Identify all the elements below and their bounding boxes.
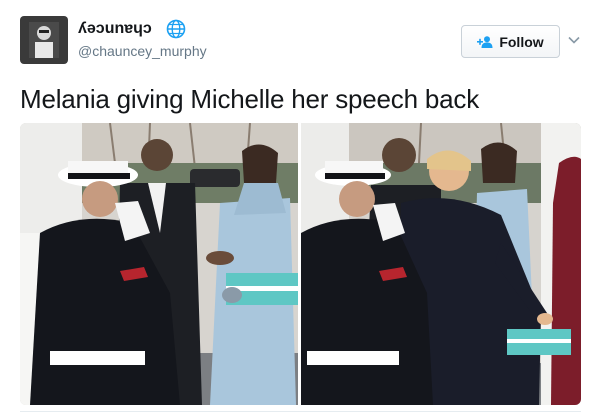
photo-left[interactable]	[20, 123, 298, 405]
photo-right[interactable]	[301, 123, 581, 405]
follow-label: Follow	[499, 33, 544, 50]
photo-right-image	[301, 123, 581, 405]
avatar[interactable]	[20, 16, 68, 64]
divider	[20, 411, 581, 412]
avatar-figure-icon	[29, 22, 59, 58]
tweet-media[interactable]	[20, 123, 581, 405]
tweet-header: ʎǝɔunɐɥɔ @chauncey_murphy Follow	[20, 16, 582, 68]
photo-left-image	[20, 123, 298, 405]
follow-button[interactable]: Follow	[461, 25, 560, 58]
tweet-text: Melania giving Michelle her speech back	[20, 84, 480, 114]
display-name[interactable]: ʎǝɔunɐɥɔ	[78, 20, 152, 38]
user-handle[interactable]: @chauncey_murphy	[78, 43, 207, 59]
chevron-down-icon[interactable]	[568, 36, 580, 44]
globe-icon	[166, 19, 186, 39]
add-person-icon	[477, 35, 493, 48]
